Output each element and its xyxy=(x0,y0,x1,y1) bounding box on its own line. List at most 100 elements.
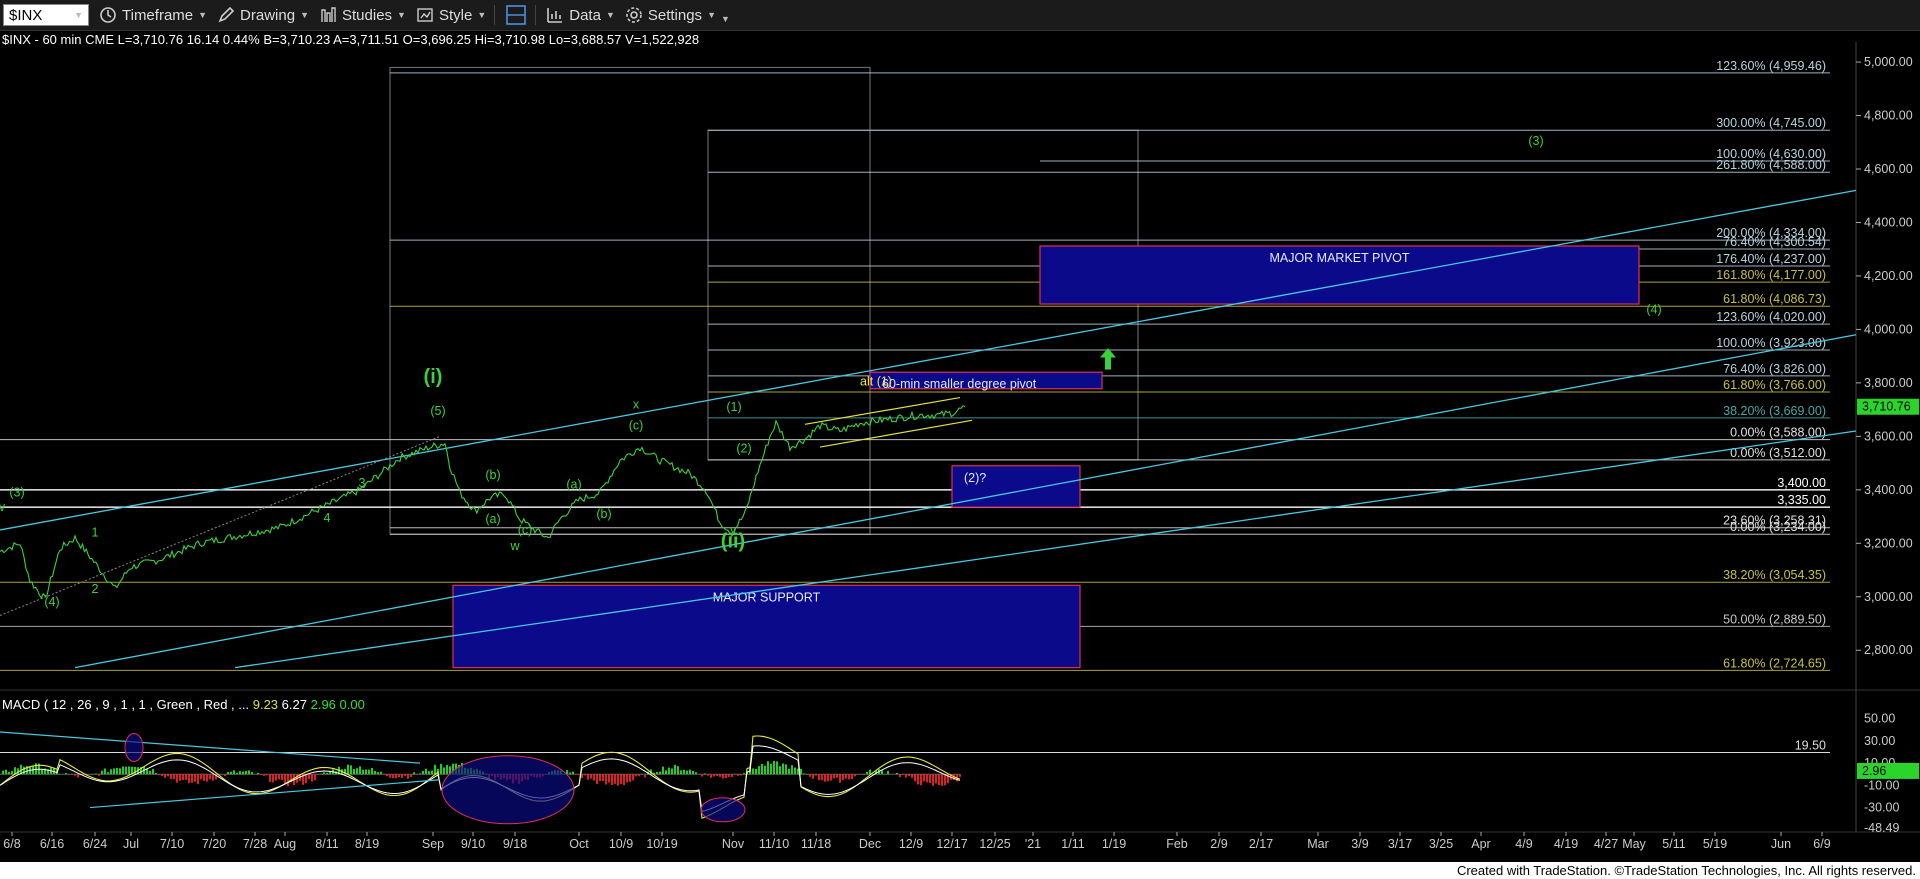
fib-level-label: 261.80% (4,588.00) xyxy=(1716,158,1826,172)
macd-histogram-bar xyxy=(275,774,277,781)
wave-label: (b) xyxy=(485,468,500,482)
time-axis-label: 6/9 xyxy=(1813,837,1830,851)
macd-histogram-bar xyxy=(167,774,169,777)
macd-histogram-bar xyxy=(101,770,103,775)
up-arrow-icon xyxy=(1100,348,1116,370)
time-axis-label: Jun xyxy=(1771,837,1791,851)
macd-histogram-bar xyxy=(182,774,184,781)
macd-histogram-bar xyxy=(632,774,634,781)
fib-level-label: 0.00% (3,512.00) xyxy=(1730,446,1826,460)
macd-histogram-bar xyxy=(839,774,841,783)
macd-histogram-bar xyxy=(737,774,739,776)
macd-histogram-bar xyxy=(197,774,199,785)
macd-histogram-bar xyxy=(272,774,274,783)
macd-histogram-bar xyxy=(317,774,319,775)
macd-axis-label: -30.00 xyxy=(1864,801,1899,815)
last-price-badge-text: 3,710.76 xyxy=(1862,400,1911,414)
macd-histogram-bar xyxy=(710,774,712,778)
time-axis-label: Mar xyxy=(1307,837,1329,851)
macd-histogram-bar xyxy=(269,774,271,782)
macd-histogram-bar xyxy=(590,774,592,779)
price-chart[interactable]: 123.60% (4,959.46)300.00% (4,745.00)100.… xyxy=(0,0,1920,862)
macd-histogram-bar xyxy=(776,761,778,775)
macd-histogram-bar xyxy=(863,774,865,776)
macd-histogram-bar xyxy=(899,774,901,778)
macd-histogram-bar xyxy=(707,774,709,776)
macd-histogram-bar xyxy=(701,774,703,777)
zone-label: MAJOR SUPPORT xyxy=(713,590,821,604)
time-axis-label: 4/9 xyxy=(1515,837,1532,851)
macd-axis-label: 50.00 xyxy=(1864,712,1895,726)
time-axis-label: Jul xyxy=(123,837,139,851)
macd-histogram-bar xyxy=(842,774,844,780)
macd-histogram-bar xyxy=(95,773,97,775)
macd-histogram-bar xyxy=(407,774,409,779)
copyright-text: Created with TradeStation. ©TradeStation… xyxy=(1456,863,1916,878)
wave-label: (i) xyxy=(424,366,443,388)
macd-histogram-bar xyxy=(833,774,835,779)
wave-label: v xyxy=(0,500,6,514)
wave-label: (4) xyxy=(44,595,59,609)
macd-histogram-bar xyxy=(611,774,613,786)
macd-histogram-bar xyxy=(122,766,124,775)
macd-histogram-bar xyxy=(425,768,427,775)
macd-histogram-bar xyxy=(431,770,433,775)
macd-histogram-bar xyxy=(107,772,109,775)
macd-histogram-bar xyxy=(914,774,916,782)
wave-label: (3) xyxy=(1528,134,1543,148)
time-axis-label: 5/11 xyxy=(1662,837,1685,851)
time-axis-label: Dec xyxy=(859,837,881,851)
macd-histogram-bar xyxy=(677,766,679,775)
macd-histogram-bar xyxy=(365,769,367,775)
macd-histogram-bar xyxy=(824,774,826,782)
macd-histogram-bar xyxy=(413,772,415,775)
macd-histogram-bar xyxy=(446,764,448,775)
price-axis-label: 4,400.00 xyxy=(1864,215,1913,229)
macd-histogram-bar xyxy=(2,770,4,775)
macd-histogram-bar xyxy=(785,764,787,775)
macd-histogram-bar xyxy=(794,767,796,775)
price-axis-label: 3,600.00 xyxy=(1864,429,1913,443)
macd-histogram-bar xyxy=(11,771,13,775)
macd-histogram-bar xyxy=(434,764,436,775)
wave-label: (c) xyxy=(629,419,644,433)
macd-histogram-bar xyxy=(605,774,607,785)
fib-level-label: 0.00% (3,234.00) xyxy=(1730,520,1826,534)
price-axis-label: 4,000.00 xyxy=(1864,322,1913,336)
wave-label: (a) xyxy=(566,477,581,491)
macd-histogram-bar xyxy=(209,774,211,780)
fib-level-label: 38.20% (3,054.35) xyxy=(1723,568,1826,582)
macd-histogram-bar xyxy=(233,770,235,775)
macd-histogram-bar xyxy=(818,774,820,781)
macd-histogram-bar xyxy=(704,773,706,775)
macd-histogram-bar xyxy=(347,764,349,775)
macd-histogram-bar xyxy=(803,773,805,775)
macd-histogram-bar xyxy=(377,772,379,775)
macd-histogram-bar xyxy=(836,774,838,778)
macd-histogram-bar xyxy=(8,772,10,775)
macd-histogram-bar xyxy=(173,774,175,780)
macd-histogram-bar xyxy=(239,771,241,775)
macd-histogram-bar xyxy=(404,774,406,776)
macd-histogram-bar xyxy=(854,774,856,777)
macd-histogram-bar xyxy=(203,774,205,781)
dashed-trendline xyxy=(0,435,441,616)
macd-histogram-bar xyxy=(662,766,664,775)
time-axis-label: 9/10 xyxy=(461,837,485,851)
macd-histogram-bar xyxy=(827,774,829,782)
fib-level-label: 76.40% (3,826.00) xyxy=(1723,362,1826,376)
trend-channel-line xyxy=(0,189,1857,531)
macd-histogram-bar xyxy=(896,773,898,775)
macd-histogram-bar xyxy=(581,774,583,778)
macd-histogram-bar xyxy=(353,769,355,775)
fib-level-label: 123.60% (4,959.46) xyxy=(1716,59,1826,73)
macd-histogram-bar xyxy=(782,763,784,775)
macd-histogram-bar xyxy=(755,768,757,775)
macd-histogram-bar xyxy=(719,774,721,777)
price-axis-label: 5,000.00 xyxy=(1864,55,1913,69)
wave-label: (2) xyxy=(736,441,751,455)
wave-label: (c) xyxy=(518,523,533,537)
macd-histogram-bar xyxy=(686,770,688,775)
time-axis-label: 11/10 xyxy=(759,837,789,851)
macd-histogram-bar xyxy=(851,774,853,780)
